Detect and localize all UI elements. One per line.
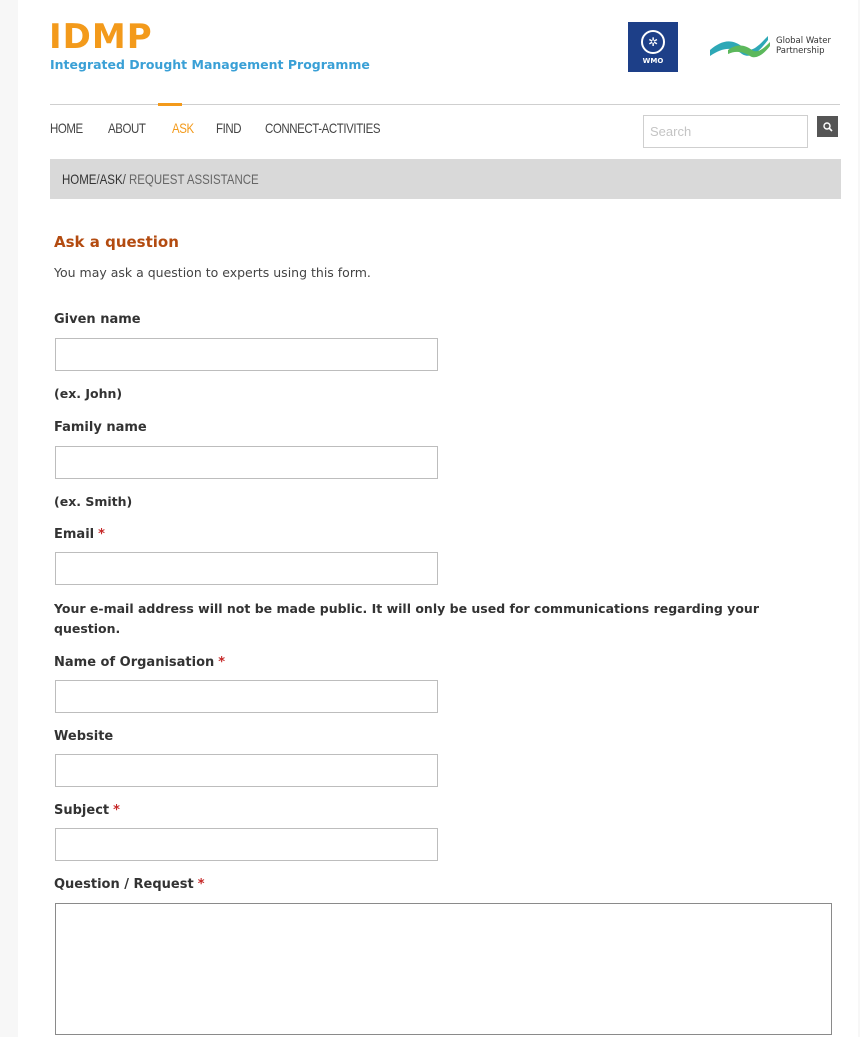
page: IDMP Integrated Drought Management Progr… bbox=[18, 0, 858, 1037]
organisation-field[interactable] bbox=[55, 680, 438, 713]
nav-active-indicator bbox=[158, 103, 182, 106]
subject-label-text: Subject bbox=[54, 803, 110, 818]
organisation-label-text: Name of Organisation bbox=[54, 655, 215, 670]
search-button[interactable] bbox=[817, 116, 838, 137]
nav-item-about[interactable]: ABOUT bbox=[108, 120, 146, 136]
wmo-logo-text: WMO bbox=[642, 56, 664, 65]
website-label: Website bbox=[54, 729, 114, 744]
idmp-logo-subtitle[interactable]: Integrated Drought Management Programme bbox=[50, 57, 370, 72]
form-intro: You may ask a question to experts using … bbox=[54, 265, 371, 280]
given-name-hint: (ex. John) bbox=[54, 386, 123, 401]
breadcrumb-separator: / bbox=[122, 171, 126, 187]
required-marker: * bbox=[113, 803, 120, 818]
email-label: Email * bbox=[54, 527, 105, 542]
globe-icon: ✲ bbox=[641, 29, 665, 54]
breadcrumb-current: REQUEST ASSISTANCE bbox=[128, 171, 259, 187]
nav-item-ask[interactable]: ASK bbox=[172, 120, 194, 136]
question-label: Question / Request * bbox=[54, 877, 205, 892]
subject-field[interactable] bbox=[55, 828, 438, 861]
nav-item-connect-activities[interactable]: CONNECT-ACTIVITIES bbox=[265, 120, 381, 136]
search-icon bbox=[822, 121, 833, 132]
wmo-logo[interactable]: ✲ WMO bbox=[628, 22, 678, 72]
question-label-text: Question / Request bbox=[54, 877, 194, 892]
breadcrumb-trail: HOME/ASK/ REQUEST ASSISTANCE bbox=[62, 171, 259, 187]
required-marker: * bbox=[218, 655, 226, 670]
breadcrumb: HOME/ASK/ REQUEST ASSISTANCE bbox=[50, 159, 841, 199]
email-label-text: Email bbox=[54, 527, 95, 542]
organisation-label: Name of Organisation * bbox=[54, 655, 225, 670]
form-heading: Ask a question bbox=[54, 233, 179, 251]
family-name-hint: (ex. Smith) bbox=[54, 494, 133, 509]
nav-item-find[interactable]: FIND bbox=[216, 120, 242, 136]
required-marker: * bbox=[98, 527, 105, 542]
family-name-label: Family name bbox=[54, 420, 147, 435]
breadcrumb-ask[interactable]: ASK bbox=[100, 171, 123, 187]
main-nav: HOME ABOUT ASK FIND CONNECT-ACTIVITIES bbox=[50, 120, 423, 136]
website-field[interactable] bbox=[55, 754, 438, 787]
idmp-logo[interactable]: IDMP bbox=[49, 18, 153, 56]
gwp-logo-text: Global Water Partnership bbox=[776, 36, 831, 56]
required-marker: * bbox=[197, 877, 205, 892]
question-textarea[interactable] bbox=[55, 903, 832, 1035]
subject-label: Subject * bbox=[54, 803, 120, 818]
family-name-field[interactable] bbox=[55, 446, 438, 479]
breadcrumb-home[interactable]: HOME bbox=[62, 171, 96, 187]
email-field[interactable] bbox=[55, 552, 438, 585]
search-input[interactable] bbox=[643, 115, 808, 148]
nav-item-home[interactable]: HOME bbox=[50, 120, 83, 136]
email-privacy-note: Your e-mail address will not be made pub… bbox=[54, 601, 759, 636]
given-name-field[interactable] bbox=[55, 338, 438, 371]
given-name-label: Given name bbox=[54, 312, 141, 327]
